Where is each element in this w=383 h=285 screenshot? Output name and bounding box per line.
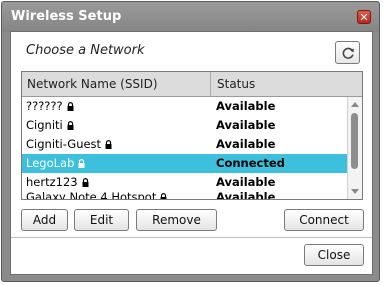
refresh-button[interactable]: [335, 41, 360, 64]
scroll-thumb[interactable]: [351, 113, 358, 169]
lock-icon: [67, 121, 74, 130]
close-button[interactable]: Close: [304, 244, 364, 266]
network-row[interactable]: Cigniti Available: [22, 116, 349, 135]
scroll-down-arrow-icon[interactable]: [351, 189, 359, 194]
lock-icon: [78, 159, 85, 168]
edit-button[interactable]: Edit: [74, 209, 129, 231]
connect-button[interactable]: Connect: [284, 209, 364, 231]
network-status: Available: [216, 190, 276, 200]
window-close-button[interactable]: ✕: [357, 10, 371, 24]
lock-icon: [105, 140, 112, 149]
column-header-ssid[interactable]: Network Name (SSID): [22, 72, 211, 96]
wireless-setup-dialog: Wireless Setup ✕ Choose a Network Networ…: [1, 1, 380, 282]
window-title: Wireless Setup: [11, 9, 122, 24]
network-status: Connected: [216, 156, 285, 170]
column-header-status[interactable]: Status: [211, 72, 362, 96]
add-button[interactable]: Add: [21, 209, 68, 231]
network-status: Available: [216, 137, 276, 151]
network-row[interactable]: ?????? Available: [22, 97, 349, 116]
network-ssid: Cigniti: [26, 118, 63, 132]
scroll-up-arrow-icon[interactable]: [351, 102, 359, 107]
network-ssid: ??????: [26, 99, 63, 113]
remove-button[interactable]: Remove: [136, 209, 217, 231]
network-row[interactable]: Galaxy Note 4 Hotspot Available: [22, 188, 349, 200]
title-bar[interactable]: Wireless Setup ✕: [2, 2, 379, 32]
lock-icon: [82, 178, 89, 187]
network-row[interactable]: Cigniti-Guest Available: [22, 135, 349, 154]
network-status: Available: [216, 99, 276, 113]
lock-icon: [160, 193, 167, 199]
content-panel: Choose a Network Network Name (SSID) Sta…: [10, 31, 373, 275]
section-heading: Choose a Network: [26, 43, 145, 58]
vertical-scrollbar[interactable]: [347, 97, 362, 199]
network-status: Available: [216, 118, 276, 132]
network-list: ?????? Available Cigniti Available Cigni…: [22, 97, 349, 199]
network-ssid: Galaxy Note 4 Hotspot: [26, 190, 157, 200]
network-row-selected[interactable]: LegoLab Connected: [22, 154, 349, 173]
network-ssid: Cigniti-Guest: [26, 137, 102, 151]
table-header: Network Name (SSID) Status: [22, 72, 362, 97]
network-ssid: hertz123: [26, 175, 78, 189]
network-table: Network Name (SSID) Status ?????? Availa…: [21, 71, 363, 200]
lock-icon: [67, 102, 74, 111]
refresh-icon: [342, 47, 354, 59]
network-ssid: LegoLab: [26, 156, 75, 170]
divider: [11, 237, 372, 238]
